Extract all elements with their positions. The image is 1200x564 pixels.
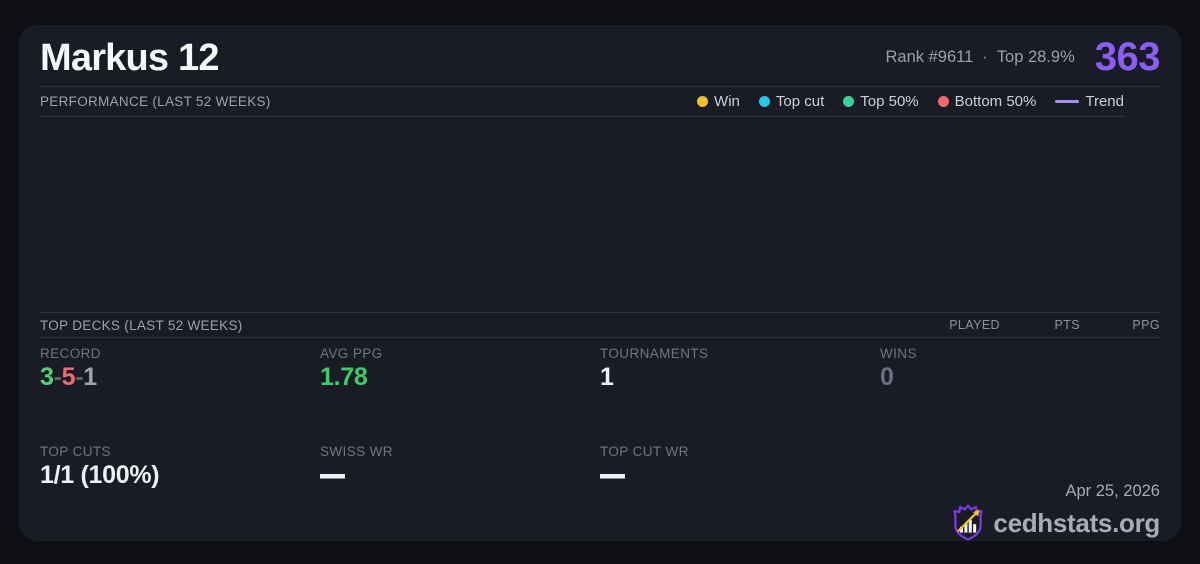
top-cut-wr-value: — [600,463,880,488]
card-header: Markus 12 Rank #9611 · Top 28.9% 363 [40,25,1160,87]
avg-ppg-value: 1.78 [320,365,600,390]
stat-avg-ppg: AVG PPG 1.78 [320,346,600,444]
top-decks-section-header: TOP DECKS (LAST 52 WEEKS) PLAYED PTS PPG [40,312,1160,338]
shield-chart-icon [951,504,985,541]
card-date: Apr 25, 2026 [1066,482,1161,501]
column-header-played: PLAYED [920,318,1000,332]
record-losses: 5 [62,363,76,391]
legend-label: Top 50% [860,93,918,110]
chart-legend: Win Top cut Top 50% Bottom 50% Trend [697,93,1124,110]
stat-label: WINS [880,346,1160,361]
stat-top-cut-wr: TOP CUT WR — [600,444,880,542]
tournaments-value: 1 [600,365,880,390]
bottom-50-dot-icon [938,96,949,107]
top-50-dot-icon [843,96,854,107]
stat-label: SWISS WR [320,444,600,459]
performance-chart-area [40,117,1160,312]
legend-label: Trend [1085,93,1124,110]
top-cut-dot-icon [759,96,770,107]
rank-label: Rank #9611 [886,48,974,67]
rank-separator: · [982,48,988,67]
stats-grid: RECORD 3-5-1 AVG PPG 1.78 TOURNAMENTS 1 … [40,338,1160,541]
record-draws: 1 [83,363,97,391]
top-decks-column-headers: PLAYED PTS PPG [920,318,1160,332]
top-cuts-value: 1/1 (100%) [40,463,320,488]
legend-label: Win [714,93,740,110]
player-name: Markus 12 [40,39,219,77]
stat-top-cuts: TOP CUTS 1/1 (100%) [40,444,320,542]
legend-item-win: Win [697,93,740,110]
column-header-pts: PTS [1000,318,1080,332]
performance-section-title: PERFORMANCE (LAST 52 WEEKS) [40,94,271,109]
legend-item-bottom-50: Bottom 50% [938,93,1037,110]
column-header-ppg: PPG [1080,318,1160,332]
legend-label: Bottom 50% [955,93,1037,110]
trend-line-icon [1055,100,1079,103]
performance-section-header: PERFORMANCE (LAST 52 WEEKS) Win Top cut … [40,87,1124,117]
stat-record: RECORD 3-5-1 [40,346,320,444]
legend-item-top-50: Top 50% [843,93,918,110]
stat-wins: WINS 0 [880,346,1160,444]
record-wins: 3 [40,363,54,391]
brand: cedhstats.org [951,504,1160,541]
player-stats-card: Markus 12 Rank #9611 · Top 28.9% 363 PER… [19,25,1181,541]
rank-summary: Rank #9611 · Top 28.9% 363 [886,39,1161,77]
legend-label: Top cut [776,93,824,110]
swiss-wr-value: — [320,463,600,488]
rank-line: Rank #9611 · Top 28.9% [886,48,1075,67]
score-value: 363 [1095,39,1160,75]
stat-label: RECORD [40,346,320,361]
top-percent-label: Top 28.9% [997,48,1075,67]
stat-tournaments: TOURNAMENTS 1 [600,346,880,444]
stat-label: TOURNAMENTS [600,346,880,361]
wins-value: 0 [880,365,1160,390]
record-dash: - [54,363,62,391]
card-footer: Apr 25, 2026 cedhstats.org [880,444,1160,542]
stat-swiss-wr: SWISS WR — [320,444,600,542]
stat-label: AVG PPG [320,346,600,361]
legend-item-top-cut: Top cut [759,93,824,110]
win-dot-icon [697,96,708,107]
stat-label: TOP CUT WR [600,444,880,459]
record-value: 3-5-1 [40,365,320,390]
top-decks-section-title: TOP DECKS (LAST 52 WEEKS) [40,318,243,333]
legend-item-trend: Trend [1055,93,1124,110]
brand-name: cedhstats.org [993,510,1160,536]
stat-label: TOP CUTS [40,444,320,459]
